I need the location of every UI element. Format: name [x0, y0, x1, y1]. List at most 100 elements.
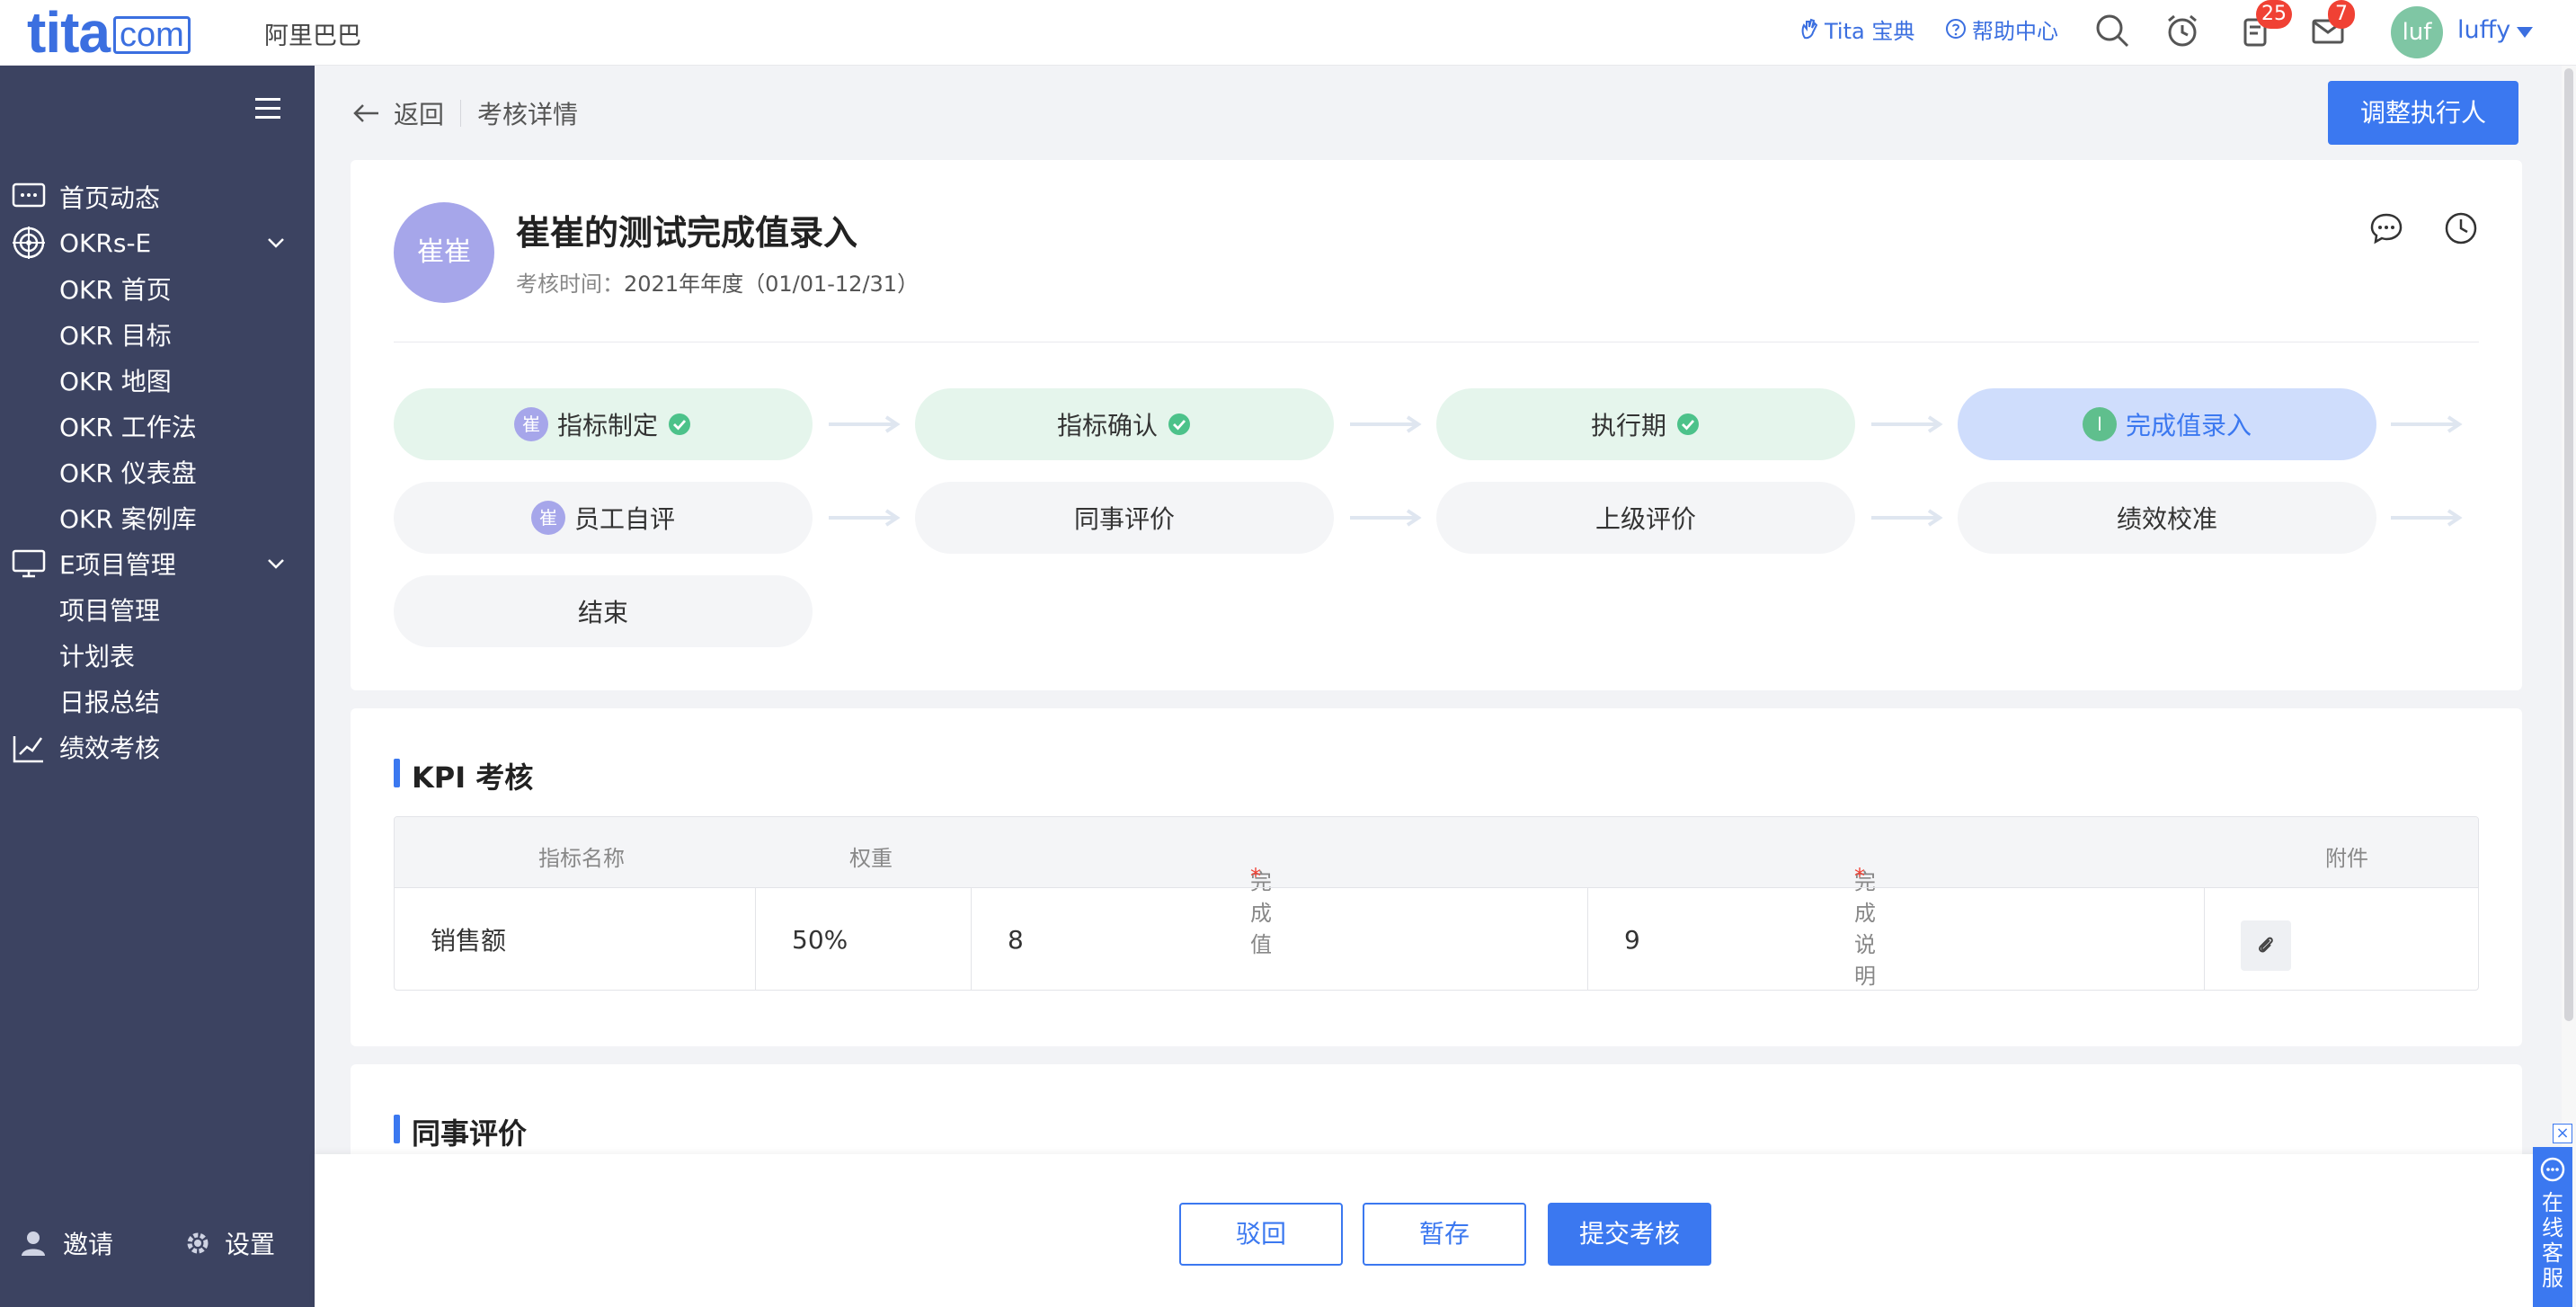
breadcrumb-current: 考核详情 — [477, 100, 579, 129]
alarm-clock-icon[interactable] — [2163, 11, 2202, 50]
chat-bubble-icon — [2540, 1157, 2565, 1182]
step-execution[interactable]: 执行期 — [1436, 388, 1855, 460]
check-circle-icon — [1168, 413, 1190, 435]
scrollbar-thumb[interactable] — [2564, 68, 2573, 1021]
back-link[interactable]: 返回 — [394, 95, 444, 131]
help-center-label: 帮助中心 — [1972, 18, 2058, 44]
step-label: 员工自评 — [573, 504, 675, 534]
sidebar-item-label: 首页动态 — [59, 183, 161, 213]
kpi-weight-cell: 50% — [756, 888, 972, 990]
help-center-link[interactable]: 帮助中心 — [1945, 13, 2058, 44]
sidebar-item-label: OKRs-E — [59, 227, 152, 258]
attachment-button[interactable] — [2241, 920, 2291, 971]
save-draft-button[interactable]: 暂存 — [1363, 1203, 1526, 1266]
col-header-attachment: 附件 — [2325, 846, 2368, 871]
kpi-section: KPI 考核 指标名称 权重 完成值 * 完成说明 * 附件 销售额 50% 8 9 — [351, 708, 2522, 1046]
close-icon[interactable]: × — [2553, 1124, 2572, 1143]
step-avatar: 崔 — [513, 407, 548, 441]
section-title: 同事评价 — [394, 1111, 527, 1152]
col-header-weight: 权重 — [849, 846, 893, 871]
sidebar-item-label: 计划表 — [59, 642, 136, 671]
mail-icon[interactable]: 7 — [2308, 0, 2355, 50]
mail-badge: 7 — [2328, 0, 2355, 29]
required-mark: * — [1854, 864, 1865, 889]
kpi-value-input[interactable]: 8 — [972, 888, 1588, 990]
submit-review-button[interactable]: 提交考核 — [1548, 1203, 1711, 1266]
user-avatar[interactable]: luf — [2391, 6, 2443, 58]
step-calibration[interactable]: 绩效校准 — [1958, 482, 2376, 554]
logo-com-text: com — [113, 16, 191, 54]
step-label: 执行期 — [1590, 411, 1666, 440]
kpi-table: 指标名称 权重 完成值 * 完成说明 * 附件 销售额 50% 8 9 — [394, 816, 2479, 991]
arrow-right-icon — [1350, 509, 1422, 527]
notification-badge: 25 — [2256, 0, 2292, 29]
arrow-right-icon — [2391, 415, 2463, 433]
sidebar-item-label: E项目管理 — [59, 550, 176, 580]
tita-dict-link[interactable]: Tita 宝典 — [1799, 13, 1914, 44]
sidebar-item-label: OKR 目标 — [59, 321, 172, 351]
assessee-avatar: 崔崔 — [394, 202, 494, 303]
step-label: 上级评价 — [1594, 504, 1696, 534]
settings-button[interactable]: 设置 — [183, 1225, 275, 1261]
chat-box-icon — [12, 182, 46, 208]
review-period: 考核时间：2021年年度（01/01-12/31） — [516, 266, 919, 298]
settings-label: 设置 — [225, 1230, 276, 1259]
chevron-down-icon — [268, 559, 284, 569]
caret-down-icon[interactable] — [2517, 27, 2533, 38]
kpi-name-cell: 销售额 — [395, 888, 756, 990]
step-label: 完成值录入 — [2125, 411, 2252, 440]
sidebar-item-label: OKR 案例库 — [59, 504, 197, 534]
back-arrow-icon[interactable] — [352, 102, 381, 124]
search-icon[interactable] — [2092, 11, 2132, 50]
check-circle-icon — [669, 413, 690, 435]
step-self-review[interactable]: 崔 员工自评 — [394, 482, 813, 554]
sidebar-item-label: 日报总结 — [59, 688, 161, 717]
sidebar: 首页动态 OKRs-E OKR 首页 OKR 目标 OKR 地图 OKR 工作法… — [0, 66, 315, 1307]
step-end[interactable]: 结束 — [394, 575, 813, 647]
chart-trend-icon — [13, 736, 43, 763]
invite-button[interactable]: 邀请 — [20, 1225, 113, 1261]
arrow-right-icon — [1350, 415, 1422, 433]
arrow-right-icon — [829, 509, 901, 527]
sidebar-item-label: 绩效考核 — [59, 734, 161, 763]
notification-icon[interactable]: 25 — [2236, 0, 2292, 50]
step-value-entry[interactable]: l 完成值录入 — [1958, 388, 2376, 460]
gear-icon — [187, 1232, 209, 1254]
step-avatar: 崔 — [530, 501, 565, 535]
username[interactable]: luffy — [2457, 16, 2510, 44]
monitor-icon — [12, 549, 46, 578]
online-support-widget[interactable]: 在线客服 — [2533, 1147, 2572, 1307]
sidebar-item-performance[interactable]: 绩效考核 — [0, 720, 315, 774]
breadcrumb: 返回 考核详情 — [352, 93, 578, 133]
hand-wave-icon — [1801, 18, 1818, 40]
tita-logo[interactable]: tita com — [27, 0, 191, 65]
target-icon — [13, 227, 45, 259]
step-avatar: l — [2082, 407, 2117, 441]
kpi-note-input[interactable]: 9 — [1588, 888, 2205, 990]
invite-label: 邀请 — [63, 1230, 114, 1259]
sidebar-item-label: OKR 工作法 — [59, 413, 197, 442]
step-indicator-confirm[interactable]: 指标确认 — [915, 388, 1334, 460]
step-label: 绩效校准 — [2116, 504, 2217, 534]
table-header: 指标名称 权重 完成值 * 完成说明 * 附件 — [395, 817, 2478, 989]
history-clock-icon[interactable] — [2443, 210, 2479, 246]
sidebar-item-label: OKR 仪表盘 — [59, 458, 197, 488]
step-indicator-setup[interactable]: 崔 指标制定 — [394, 388, 813, 460]
adjust-executor-button[interactable]: 调整执行人 — [2328, 81, 2518, 145]
org-name: 阿里巴巴 — [264, 22, 361, 50]
reject-button[interactable]: 驳回 — [1179, 1203, 1343, 1266]
menu-icon[interactable] — [253, 96, 282, 121]
logo-text: tita — [27, 0, 111, 65]
check-circle-icon — [1677, 413, 1699, 435]
user-icon — [22, 1231, 45, 1256]
question-circle-icon — [1946, 19, 1966, 39]
step-manager-review[interactable]: 上级评价 — [1436, 482, 1855, 554]
arrow-right-icon — [1871, 415, 1943, 433]
step-label: 同事评价 — [1073, 504, 1175, 534]
step-peer-review[interactable]: 同事评价 — [915, 482, 1334, 554]
step-label: 指标确认 — [1056, 411, 1158, 440]
table-row: 销售额 50% 8 9 — [395, 887, 2478, 990]
step-label: 指标制定 — [556, 411, 658, 440]
section-title: KPI 考核 — [394, 755, 533, 796]
comment-icon[interactable] — [2368, 210, 2404, 246]
